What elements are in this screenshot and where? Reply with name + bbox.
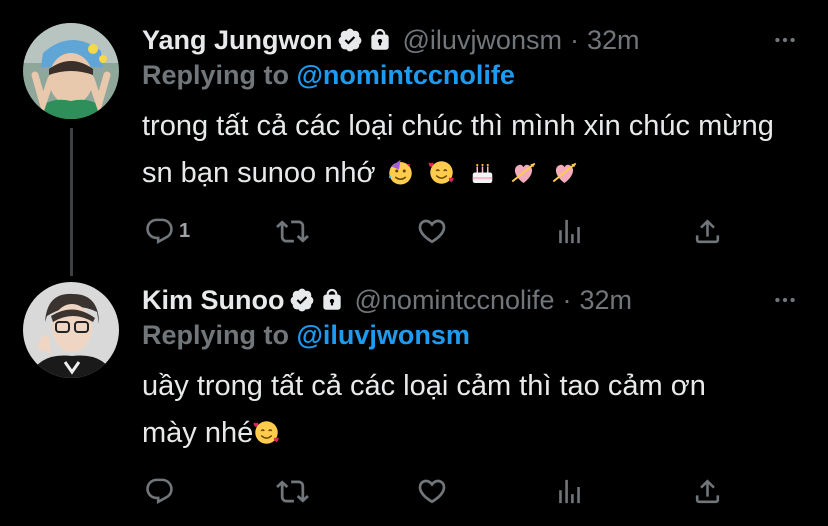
replying-prefix: Replying to xyxy=(142,60,289,90)
tweet[interactable]: Kim Sunoo @nomintccnolife · 32m Replying… xyxy=(0,260,828,526)
share-button[interactable] xyxy=(692,213,723,249)
replying-to-mention[interactable]: @nomintccnolife xyxy=(297,60,515,90)
verified-badge-icon xyxy=(289,287,315,313)
analytics-icon[interactable] xyxy=(554,216,585,247)
verified-badge-icon xyxy=(337,27,363,53)
share-button[interactable] xyxy=(692,473,723,509)
tweet[interactable]: Yang Jungwon @iluvjwonsm · 32m Replying … xyxy=(0,0,828,260)
replying-to-line: Replying to @nomintccnolife xyxy=(142,60,515,91)
share-icon[interactable] xyxy=(692,476,723,507)
tweet-header: Kim Sunoo @nomintccnolife · 32m xyxy=(142,283,632,317)
birthday-cake-emoji xyxy=(469,154,496,183)
tweet-text-content: trong tất cả các loại chúc thì mình xin … xyxy=(142,110,774,189)
avatar[interactable] xyxy=(23,23,119,119)
avatar[interactable] xyxy=(23,282,119,378)
retweet-button[interactable] xyxy=(276,473,309,509)
smiling-face-with-hearts-emoji xyxy=(428,154,455,184)
heart-with-arrow-emoji xyxy=(510,154,537,183)
tweet-actions xyxy=(142,473,730,509)
retweet-icon[interactable] xyxy=(276,475,309,508)
share-icon[interactable] xyxy=(692,216,723,247)
tweet-text-line: uầy trong tất cả các loại cảm thì tao cả… xyxy=(142,370,706,402)
like-button[interactable] xyxy=(416,473,448,509)
reply-icon[interactable] xyxy=(144,216,175,247)
retweet-button[interactable] xyxy=(276,213,309,249)
replying-to-mention[interactable]: @iluvjwonsm xyxy=(297,320,470,350)
timestamp[interactable]: 32m xyxy=(580,285,633,316)
analytics-button[interactable] xyxy=(554,213,585,249)
tweet-text-line: mày nhé xyxy=(142,410,782,457)
tweet-text: uầy trong tất cả các loại cảm thì tao cả… xyxy=(142,363,782,457)
reply-button[interactable] xyxy=(144,473,179,509)
tweet-header: Yang Jungwon @iluvjwonsm · 32m xyxy=(142,23,640,57)
tweet-text-content: mày nhé xyxy=(142,417,254,449)
separator-dot: · xyxy=(562,284,572,315)
reply-icon[interactable] xyxy=(144,476,175,507)
retweet-icon[interactable] xyxy=(276,215,309,248)
replying-to-line: Replying to @iluvjwonsm xyxy=(142,320,470,351)
heart-with-arrow-emoji xyxy=(551,154,578,183)
tweet-actions: 1 xyxy=(142,213,730,249)
reply-button[interactable]: 1 xyxy=(144,213,190,249)
smiling-face-with-hearts-emoji xyxy=(253,414,280,444)
display-name[interactable]: Kim Sunoo xyxy=(142,285,285,316)
more-icon[interactable] xyxy=(770,285,800,315)
analytics-button[interactable] xyxy=(554,473,585,509)
timestamp[interactable]: 32m xyxy=(587,25,640,56)
user-handle[interactable]: @nomintccnolife xyxy=(355,285,555,316)
replying-prefix: Replying to xyxy=(142,320,289,350)
user-handle[interactable]: @iluvjwonsm xyxy=(403,25,562,56)
more-icon[interactable] xyxy=(770,25,800,55)
lock-icon xyxy=(319,287,345,313)
tweet-thread: Yang Jungwon @iluvjwonsm · 32m Replying … xyxy=(0,0,828,526)
display-name[interactable]: Yang Jungwon xyxy=(142,25,333,56)
reply-count: 1 xyxy=(179,219,191,242)
tweet-text: trong tất cả các loại chúc thì mình xin … xyxy=(142,103,782,197)
like-icon[interactable] xyxy=(416,475,448,507)
separator-dot: · xyxy=(569,24,579,55)
analytics-icon[interactable] xyxy=(554,476,585,507)
like-button[interactable] xyxy=(416,213,448,249)
partying-face-emoji xyxy=(387,154,414,185)
lock-icon xyxy=(367,27,393,53)
like-icon[interactable] xyxy=(416,215,448,247)
